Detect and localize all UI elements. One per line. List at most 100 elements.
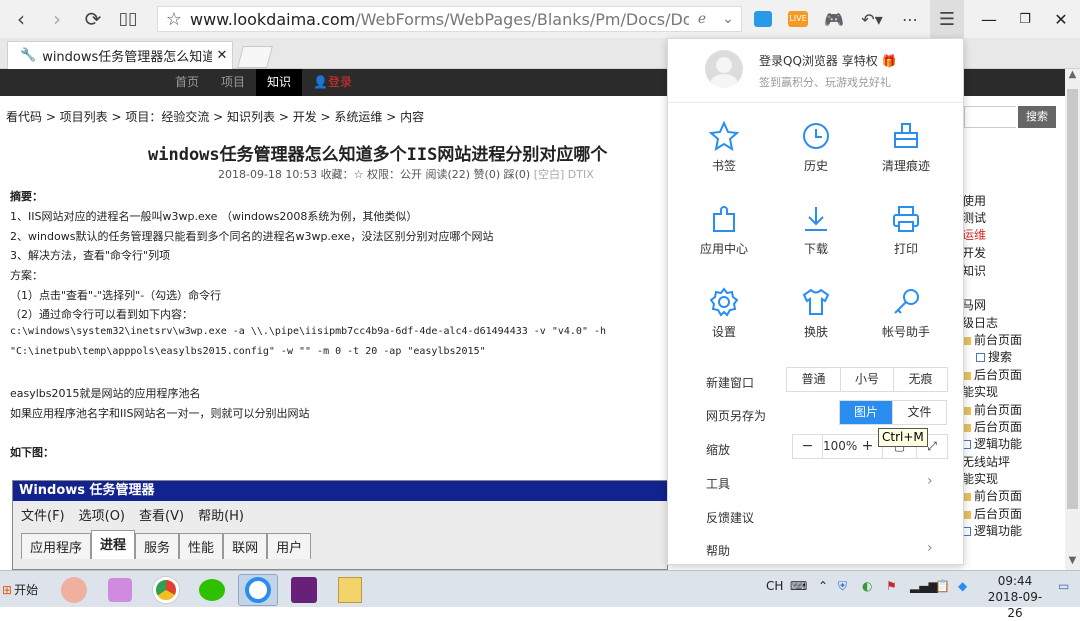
menu-app-center[interactable]: 应用中心 — [684, 204, 764, 257]
game-icon[interactable]: 🎮 — [822, 0, 846, 38]
input-language[interactable]: CH — [766, 579, 783, 593]
login-link[interactable]: 登录QQ浏览器 享特权 🎁 — [759, 52, 897, 69]
menu-history[interactable]: 历史 — [776, 121, 856, 174]
minimize-button[interactable]: — — [972, 0, 1006, 38]
sidebar-item[interactable]: 运维 — [962, 226, 986, 243]
keyboard-icon[interactable]: ⌨ — [790, 579, 807, 593]
tray-app-icon[interactable]: ◐ — [862, 579, 872, 593]
new-tab-button[interactable] — [237, 46, 273, 68]
vertical-scrollbar[interactable]: ▲ ▼ — [1065, 69, 1080, 570]
search-button[interactable]: 搜索 — [1018, 106, 1056, 128]
scroll-up-icon[interactable]: ▲ — [1065, 69, 1080, 85]
taskbar-app-wechat-icon[interactable] — [192, 574, 232, 606]
forward-icon[interactable]: › — [40, 0, 74, 38]
sidebar-item[interactable]: 后台页面 — [962, 366, 1022, 383]
taskmgr-screenshot: Windows 任务管理器 文件(F) 选项(O) 查看(V) 帮助(H) 应用… — [12, 480, 668, 570]
sidebar-item[interactable]: 前台页面 — [962, 331, 1022, 348]
sidebar-item[interactable]: 开发 — [962, 244, 986, 261]
bookmark-star-icon[interactable]: ☆ — [158, 9, 190, 30]
sidebar-item[interactable]: 逻辑功能 — [962, 522, 1022, 539]
tab-title: windows任务管理器怎么知道多个 — [42, 50, 212, 65]
menu-settings[interactable]: 设置 — [684, 287, 764, 340]
browser-menu-panel: 登录QQ浏览器 享特权 🎁 签到赢积分、玩游戏兑好礼 书签 历史 清理痕迹 应用… — [667, 38, 964, 565]
taskbar-app-qq-icon[interactable] — [54, 574, 94, 606]
menu-help[interactable]: 帮助 — [706, 542, 730, 559]
nav-home[interactable]: 首页 — [164, 69, 210, 96]
taskbar-app-tools-icon[interactable] — [100, 574, 140, 606]
sidebar-item[interactable]: 知识 — [962, 262, 986, 279]
sidebar-item[interactable]: 使用 — [962, 192, 986, 209]
menu-tools[interactable]: 工具 — [706, 475, 730, 492]
reader-icon[interactable]: ▯▯ — [111, 0, 145, 38]
tab-active[interactable]: 🔧 windows任务管理器怎么知道多个 ✕ — [7, 41, 233, 69]
sidebar-item[interactable]: 无线站坪 — [962, 453, 1010, 470]
sidebar-item[interactable]: 马网 — [962, 296, 986, 313]
figure-caption: 如下图： — [10, 446, 54, 459]
taskbar-app-notes-icon[interactable] — [330, 574, 370, 606]
gift-icon: 🎁 — [881, 54, 897, 68]
undo-icon[interactable]: ↶▾ — [857, 0, 887, 38]
sidebar-item[interactable]: 前台页面 — [962, 401, 1022, 418]
menu-label: 书签 — [711, 159, 736, 173]
live-icon[interactable]: LIVE — [786, 0, 810, 38]
sidebar-item[interactable]: 能实现 — [962, 383, 998, 400]
taskmgr-tab: 应用程序 — [21, 533, 92, 559]
sidebar-item[interactable]: 级日志 — [962, 314, 998, 331]
nav-login[interactable]: 👤登录 — [302, 69, 363, 96]
save-as-file-button[interactable]: 文件 — [893, 401, 946, 424]
nav-projects[interactable]: 项目 — [210, 69, 256, 96]
clipboard-icon[interactable]: 📋 — [935, 579, 950, 593]
scroll-thumb[interactable] — [1067, 89, 1078, 509]
qq-tray-icon[interactable]: ◆ — [958, 579, 967, 593]
close-button[interactable]: ✕ — [1044, 0, 1078, 38]
taskbar-app-visualstudio-icon[interactable] — [284, 574, 324, 606]
sidebar-item[interactable]: 前台页面 — [962, 487, 1022, 504]
address-bar[interactable]: ☆ www.lookdaima.com/WebForms/WebPages/Bl… — [157, 6, 742, 32]
refresh-icon[interactable]: ⟳ — [76, 0, 110, 38]
signin-promo[interactable]: 签到赢积分、玩游戏兑好礼 — [759, 74, 891, 90]
maximize-button[interactable]: ❐ — [1008, 0, 1042, 38]
search-input[interactable] — [964, 106, 1016, 128]
tab-close-icon[interactable]: ✕ — [212, 48, 232, 63]
menu-skin[interactable]: 换肤 — [776, 287, 856, 340]
signal-icon[interactable]: ▂▄▆ — [910, 579, 938, 593]
new-window-normal-button[interactable]: 普通 — [787, 368, 841, 391]
sidebar-item[interactable]: 能实现 — [962, 470, 998, 487]
start-button[interactable]: ⊞ 开始 — [2, 577, 48, 602]
menu-downloads[interactable]: 下载 — [776, 204, 856, 257]
ie-mode-icon[interactable]: ℯ — [689, 11, 715, 27]
show-desktop-icon[interactable]: ▭ — [1058, 579, 1069, 593]
nav-knowledge[interactable]: 知识 — [256, 69, 303, 96]
menu-clear-traces[interactable]: 清理痕迹 — [866, 121, 946, 174]
menu-account-helper[interactable]: 帐号助手 — [866, 287, 946, 340]
scroll-down-icon[interactable]: ▼ — [1065, 555, 1080, 566]
video-icon[interactable] — [752, 0, 774, 38]
menu-button[interactable]: ☰ — [930, 0, 964, 38]
taskmgr-menu-item: 查看(V) — [139, 509, 185, 524]
taskbar-app-qqbrowser-icon[interactable] — [238, 574, 278, 606]
taskbar-app-chrome-icon[interactable] — [146, 574, 186, 606]
flag-icon[interactable]: ⚑ — [886, 579, 897, 593]
user-section[interactable]: 登录QQ浏览器 享特权 🎁 签到赢积分、玩游戏兑好礼 — [668, 39, 963, 103]
menu-feedback[interactable]: 反馈建议 — [706, 509, 754, 526]
save-as-image-button[interactable]: 图片 — [840, 401, 893, 424]
sidebar-item[interactable]: 搜索 — [976, 348, 1012, 365]
breadcrumb[interactable]: 看代码 > 项目列表 > 项目：经验交流 > 知识列表 > 开发 > 系统运维 … — [6, 108, 424, 125]
menu-bookmarks[interactable]: 书签 — [684, 121, 764, 174]
menu-print[interactable]: 打印 — [866, 204, 946, 257]
back-icon[interactable]: ‹ — [4, 0, 38, 38]
avatar[interactable] — [705, 50, 743, 88]
chevron-down-icon[interactable]: ⌄ — [715, 11, 741, 27]
zoom-out-button[interactable]: − — [793, 435, 823, 458]
sidebar-item[interactable]: 后台页面 — [962, 505, 1022, 522]
more-icon[interactable]: ⋯ — [896, 0, 924, 38]
new-window-incognito-button[interactable]: 无痕 — [894, 368, 947, 391]
sidebar-item[interactable]: 逻辑功能 — [962, 435, 1022, 452]
new-window-small-button[interactable]: 小号 — [841, 368, 894, 391]
shield-icon[interactable]: ⛨ — [838, 579, 847, 594]
tray-expand-icon[interactable]: ⌃ — [818, 579, 828, 593]
sidebar-item[interactable]: 测试 — [962, 209, 986, 226]
sidebar-item[interactable]: 后台页面 — [962, 418, 1022, 435]
tab-favicon-icon: 🔧 — [20, 48, 37, 63]
clock[interactable]: 09:44 2018-09-26 — [985, 573, 1045, 621]
